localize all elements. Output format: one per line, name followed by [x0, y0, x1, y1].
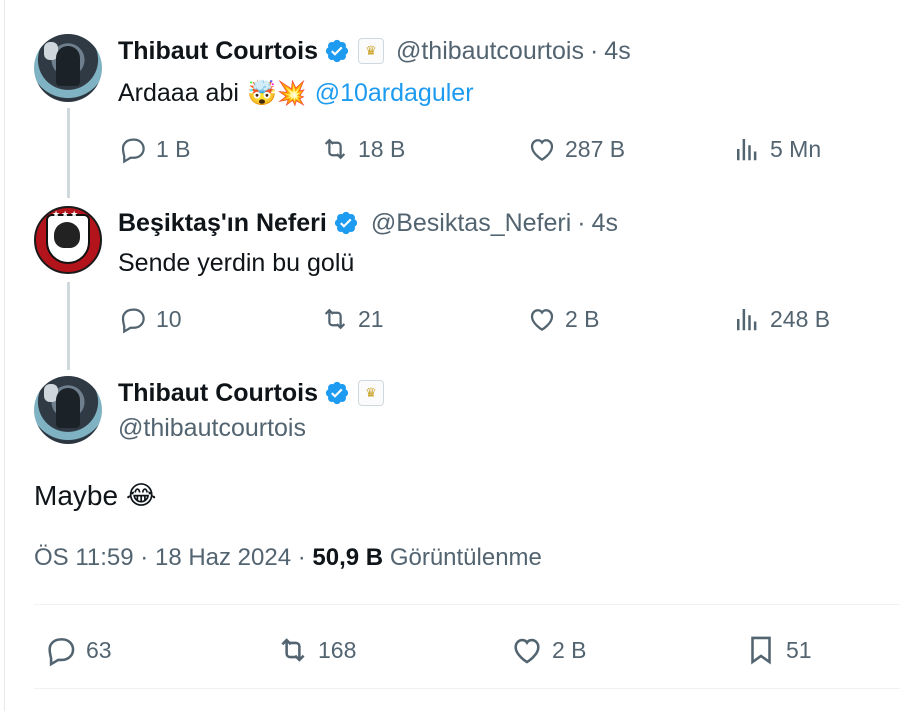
- thread-line: [67, 108, 70, 198]
- main-header: Thibaut Courtois ♛: [118, 376, 384, 410]
- views-count: 248 B: [770, 305, 831, 332]
- views-icon: [737, 139, 757, 161]
- retweet-button[interactable]: 168: [276, 633, 356, 667]
- avatar-thibautcourtois[interactable]: [34, 34, 102, 102]
- author-handle[interactable]: @thibautcourtois: [118, 414, 306, 443]
- views-count: 5 Mn: [770, 135, 822, 162]
- like-button[interactable]: 287 B: [527, 134, 625, 164]
- reply-count: 10: [156, 305, 182, 332]
- reply-button[interactable]: 63: [44, 633, 112, 667]
- reply-button[interactable]: 10: [118, 304, 182, 334]
- views-icon: [737, 309, 757, 331]
- retweet-count: 18 B: [358, 135, 406, 162]
- divider: [34, 688, 900, 689]
- views-button[interactable]: 248 B: [732, 304, 830, 334]
- mention-link[interactable]: @10ardaguler: [315, 79, 474, 108]
- tweet-emoji: 😂: [126, 481, 157, 511]
- verified-icon: [325, 39, 349, 63]
- like-icon: [514, 638, 540, 664]
- like-button[interactable]: 2 B: [510, 633, 587, 667]
- separator: ·: [297, 544, 306, 571]
- views-button[interactable]: 5 Mn: [732, 134, 821, 164]
- author-handle[interactable]: @Besiktas_Neferi: [371, 209, 571, 238]
- retweet-count: 168: [318, 636, 357, 663]
- tweet2-header: Beşiktaş'ın Neferi @Besiktas_Neferi · 4s: [118, 206, 618, 240]
- real-madrid-badge-icon: ♛: [357, 380, 384, 406]
- thread-line: [67, 282, 70, 370]
- frame-border: [4, 0, 5, 711]
- separator: ·: [577, 208, 586, 237]
- tweet1-header: Thibaut Courtois ♛ @thibautcourtois · 4s: [118, 34, 631, 68]
- tweet-date[interactable]: 18 Haz 2024: [155, 544, 291, 571]
- main-body: Maybe 😂: [34, 476, 156, 516]
- reply-count: 1 B: [156, 135, 191, 162]
- tweet-emoji: 🤯💥: [246, 79, 307, 107]
- like-icon: [530, 309, 554, 331]
- tweet-text: Ardaaa abi: [118, 78, 239, 107]
- author-name[interactable]: Beşiktaş'ın Neferi: [118, 209, 327, 238]
- reply-icon: [48, 638, 75, 667]
- like-count: 2 B: [552, 636, 587, 663]
- separator: ·: [589, 36, 599, 65]
- main-handle-row: @thibautcourtois: [118, 411, 306, 445]
- divider: [34, 604, 900, 605]
- reply-button[interactable]: 1 B: [118, 134, 191, 164]
- retweet-icon: [324, 138, 346, 160]
- real-madrid-badge-icon: ♛: [357, 38, 384, 64]
- tweet-text: Sende yerdin bu golü: [118, 248, 355, 277]
- retweet-button[interactable]: 21: [320, 304, 384, 334]
- separator: ·: [140, 544, 149, 571]
- retweet-count: 21: [358, 305, 384, 332]
- retweet-button[interactable]: 18 B: [320, 134, 405, 164]
- like-count: 2 B: [565, 305, 600, 332]
- tweet1-body: Ardaaa abi 🤯💥 @10ardaguler: [118, 76, 474, 110]
- avatar-thibautcourtois[interactable]: [34, 376, 102, 444]
- views-total: 50,9 B: [312, 544, 384, 571]
- author-handle[interactable]: @thibautcourtois: [396, 37, 584, 66]
- bookmark-count: 51: [786, 636, 812, 663]
- verified-icon: [325, 381, 349, 405]
- tweet-text: Maybe: [34, 480, 119, 511]
- verified-icon: [334, 211, 357, 235]
- tweet2-body: Sende yerdin bu golü: [118, 246, 354, 280]
- like-icon: [530, 139, 554, 161]
- bookmark-icon: [751, 636, 771, 665]
- reply-count: 63: [86, 636, 112, 663]
- reply-icon: [121, 138, 145, 164]
- like-count: 287 B: [565, 135, 626, 162]
- bookmark-button[interactable]: 51: [744, 633, 812, 667]
- tweet-time[interactable]: 4s: [592, 209, 618, 238]
- retweet-icon: [324, 308, 346, 330]
- tweet-meta: ÖS 11:59 · 18 Haz 2024 · 50,9 B Görüntül…: [34, 544, 542, 572]
- author-name[interactable]: Thibaut Courtois: [118, 37, 318, 66]
- views-label: Görüntülenme: [389, 544, 542, 571]
- author-name[interactable]: Thibaut Courtois: [118, 379, 318, 408]
- avatar-besiktas-neferi[interactable]: ★★★: [34, 206, 102, 274]
- tweet-time[interactable]: 4s: [604, 37, 630, 66]
- reply-icon: [121, 308, 145, 334]
- tweet-timestamp[interactable]: ÖS 11:59: [34, 544, 134, 571]
- like-button[interactable]: 2 B: [527, 304, 600, 334]
- retweet-icon: [281, 638, 305, 662]
